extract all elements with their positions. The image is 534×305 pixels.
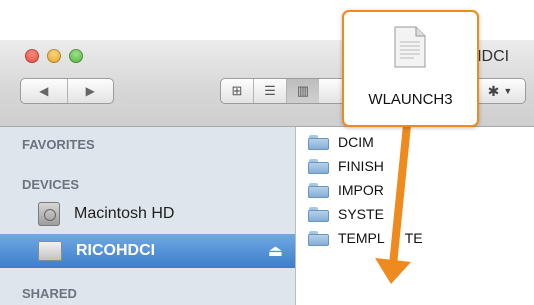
drag-arrow-shaft	[389, 124, 411, 266]
drag-preview[interactable]: WLAUNCH3	[342, 10, 479, 127]
drag-preview-label: WLAUNCH3	[368, 91, 453, 108]
drag-arrow-head	[375, 258, 411, 284]
document-icon	[394, 26, 426, 68]
